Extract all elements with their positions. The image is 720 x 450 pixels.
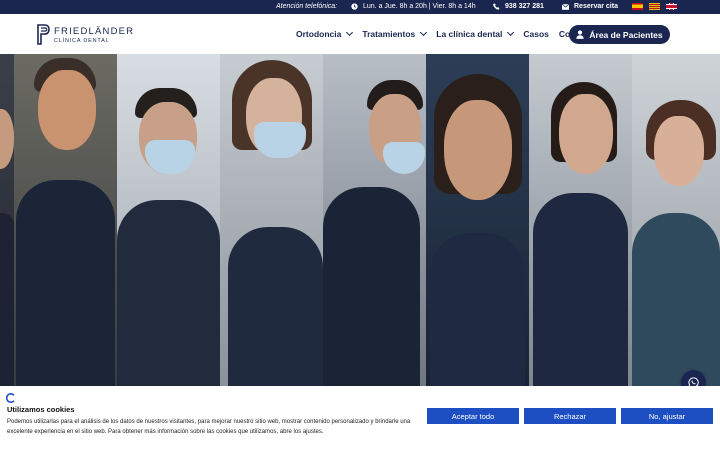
book-appointment-label: Reservar cita [574,3,618,10]
user-icon [576,30,584,39]
nav-label: Ortodoncia [296,29,342,39]
team-photo-strip [323,54,426,386]
hours-text: Lun. a Jue. 8h a 20h | Vier. 8h a 14h [363,3,476,10]
patients-area-label: Área de Pacientes [589,29,663,40]
patients-area-button[interactable]: Área de Pacientes [569,25,670,44]
chevron-down-icon [346,28,354,37]
phone-number: 938 327 281 [505,3,544,10]
nav-item-la-clinica-dental[interactable]: La clínica dental [436,28,515,39]
nav-item-casos[interactable]: Casos [523,29,549,39]
team-photo-strip [529,54,632,386]
clock-icon [351,3,358,10]
phone-icon [493,3,500,10]
nav-item-ortodoncia[interactable]: Ortodoncia [296,28,354,39]
site-header: FRIEDLÄNDER CLÍNICA DENTAL Ortodoncia Tr… [0,14,720,54]
attention-label: Atención telefónica: [276,3,338,10]
chevron-down-icon [507,28,515,37]
nav-label: La clínica dental [436,29,503,39]
opening-hours: Lun. a Jue. 8h a 20h | Vier. 8h a 14h [351,3,476,10]
mail-icon [562,3,569,10]
accept-all-cookies-button[interactable]: Aceptar todo [427,408,519,424]
logo-mark-icon [37,24,50,45]
top-info-bar: Atención telefónica: Lun. a Jue. 8h a 20… [0,0,720,14]
flag-english-icon[interactable] [666,3,677,10]
team-photo-strip [117,54,220,386]
team-photo-strip [426,54,529,386]
chevron-down-icon [420,28,428,37]
team-photo-strip [220,54,323,386]
team-photo-strip [0,54,14,386]
adjust-cookies-button[interactable]: No, ajustar [621,408,713,424]
cookie-title: Utilizamos cookies [7,405,75,414]
nav-item-tratamientos[interactable]: Tratamientos [362,28,428,39]
logo-name: FRIEDLÄNDER [54,25,135,37]
book-appointment-link[interactable]: Reservar cita [562,3,618,10]
reject-cookies-button[interactable]: Rechazar [524,408,616,424]
cookie-icon[interactable] [6,393,16,403]
phone-link[interactable]: 938 327 281 [493,3,544,10]
flag-catalan-icon[interactable] [649,3,660,10]
hero-team-photo [0,54,720,386]
team-photo-strip [632,54,720,386]
team-photo-strip [14,54,117,386]
flag-spanish-icon[interactable] [632,3,643,10]
logo[interactable]: FRIEDLÄNDER CLÍNICA DENTAL [37,24,134,45]
logo-subtitle: CLÍNICA DENTAL [54,37,110,44]
nav-label: Tratamientos [362,29,416,39]
main-nav: Ortodoncia Tratamientos La clínica denta… [296,28,607,39]
language-switcher [632,3,677,10]
cookie-description: Podemos utilizarlas para el análisis de … [7,419,411,435]
nav-label: Casos [523,29,549,39]
